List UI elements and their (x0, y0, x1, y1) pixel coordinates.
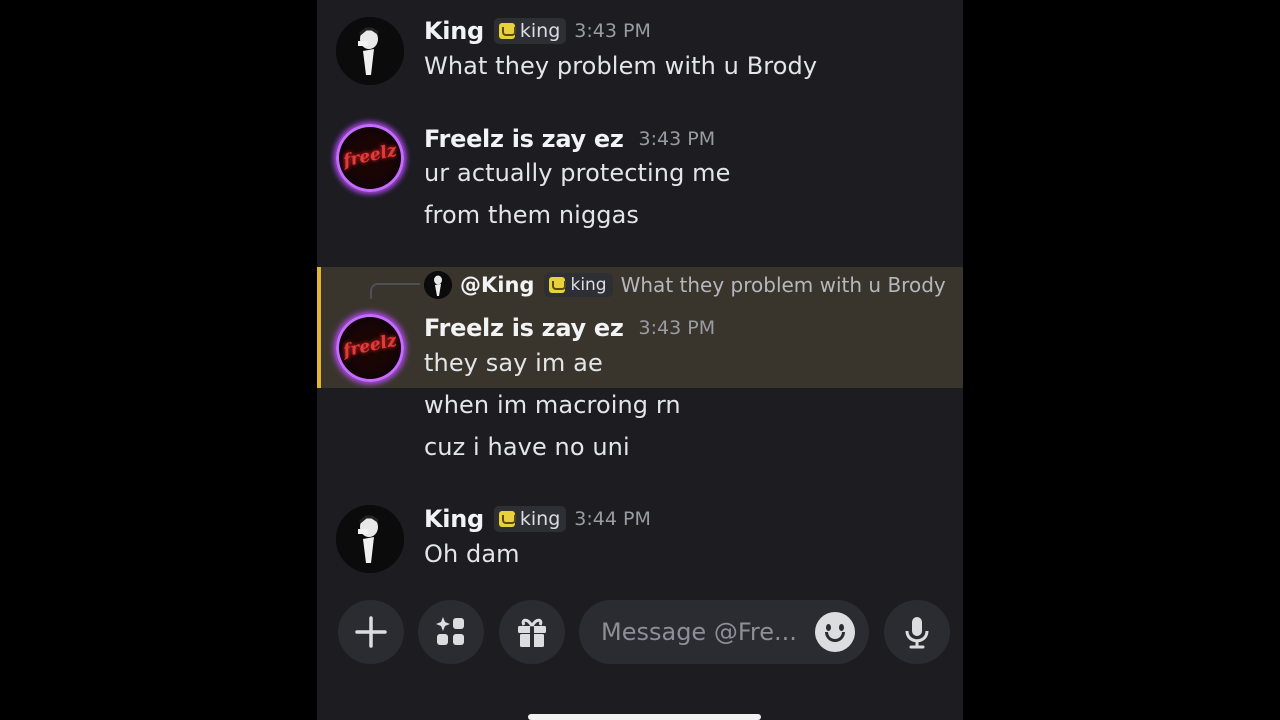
message-text: Oh dam (424, 540, 520, 568)
avatar-logo-text: freelz (341, 330, 399, 362)
crown-icon (498, 511, 516, 527)
message-text: cuz i have no uni (424, 433, 630, 461)
message-item[interactable]: freelz Freelz is zay ez 3:43 PM they say… (317, 300, 963, 470)
reply-text: What they problem with u Brody (620, 273, 946, 297)
server-tag[interactable]: king (493, 506, 567, 532)
crown-icon (549, 277, 567, 293)
timestamp: 3:43 PM (574, 20, 651, 42)
king-avatar-icon (424, 271, 452, 299)
avatar[interactable] (336, 505, 404, 573)
add-attachment-button[interactable] (338, 600, 404, 664)
gift-icon (518, 618, 546, 647)
apps-icon (436, 617, 464, 645)
home-indicator[interactable] (528, 714, 761, 720)
crown-icon (498, 23, 516, 39)
plus-icon (355, 616, 387, 648)
phone-screen: King king 3:43 PM What they problem with… (317, 0, 963, 720)
voice-message-button[interactable] (884, 600, 950, 664)
message-item[interactable]: King king 3:43 PM What they problem with… (317, 0, 963, 100)
reply-mention[interactable]: @King (460, 273, 534, 297)
avatar (424, 271, 452, 299)
emoji-mouth (825, 632, 845, 642)
avatar-logo-text: freelz (341, 140, 399, 172)
king-avatar-icon (336, 505, 404, 573)
chat-messages: King king 3:43 PM What they problem with… (317, 0, 963, 582)
message-composer: Message @Fre... (317, 582, 963, 720)
message-text: when im macroing rn (424, 391, 681, 419)
microphone-icon (905, 617, 929, 649)
username[interactable]: Freelz is zay ez (424, 314, 624, 342)
reply-connector (370, 283, 420, 299)
timestamp: 3:44 PM (574, 508, 651, 530)
server-tag[interactable]: king (493, 18, 567, 44)
avatar[interactable]: freelz (336, 314, 404, 382)
message-text: ur actually protecting me (424, 159, 731, 187)
avatar[interactable]: freelz (336, 124, 404, 192)
message-item[interactable]: King king 3:44 PM Oh dam (317, 490, 963, 582)
emoji-icon[interactable] (815, 612, 855, 652)
avatar[interactable] (336, 17, 404, 85)
apps-button[interactable] (418, 600, 484, 664)
username[interactable]: King (424, 505, 484, 533)
username[interactable]: Freelz is zay ez (424, 125, 624, 153)
timestamp: 3:43 PM (638, 317, 716, 339)
username[interactable]: King (424, 17, 484, 45)
message-text: from them niggas (424, 201, 640, 229)
message-text: What they problem with u Brody (424, 52, 818, 80)
gift-button[interactable] (499, 600, 565, 664)
message-text: they say im ae (424, 349, 603, 377)
timestamp: 3:43 PM (638, 128, 716, 150)
king-avatar-icon (336, 17, 404, 85)
server-tag: king (544, 273, 613, 297)
message-item[interactable]: freelz Freelz is zay ez 3:43 PM ur actua… (317, 110, 963, 250)
reply-preview[interactable]: @King king What they problem with u Brod… (424, 270, 946, 300)
